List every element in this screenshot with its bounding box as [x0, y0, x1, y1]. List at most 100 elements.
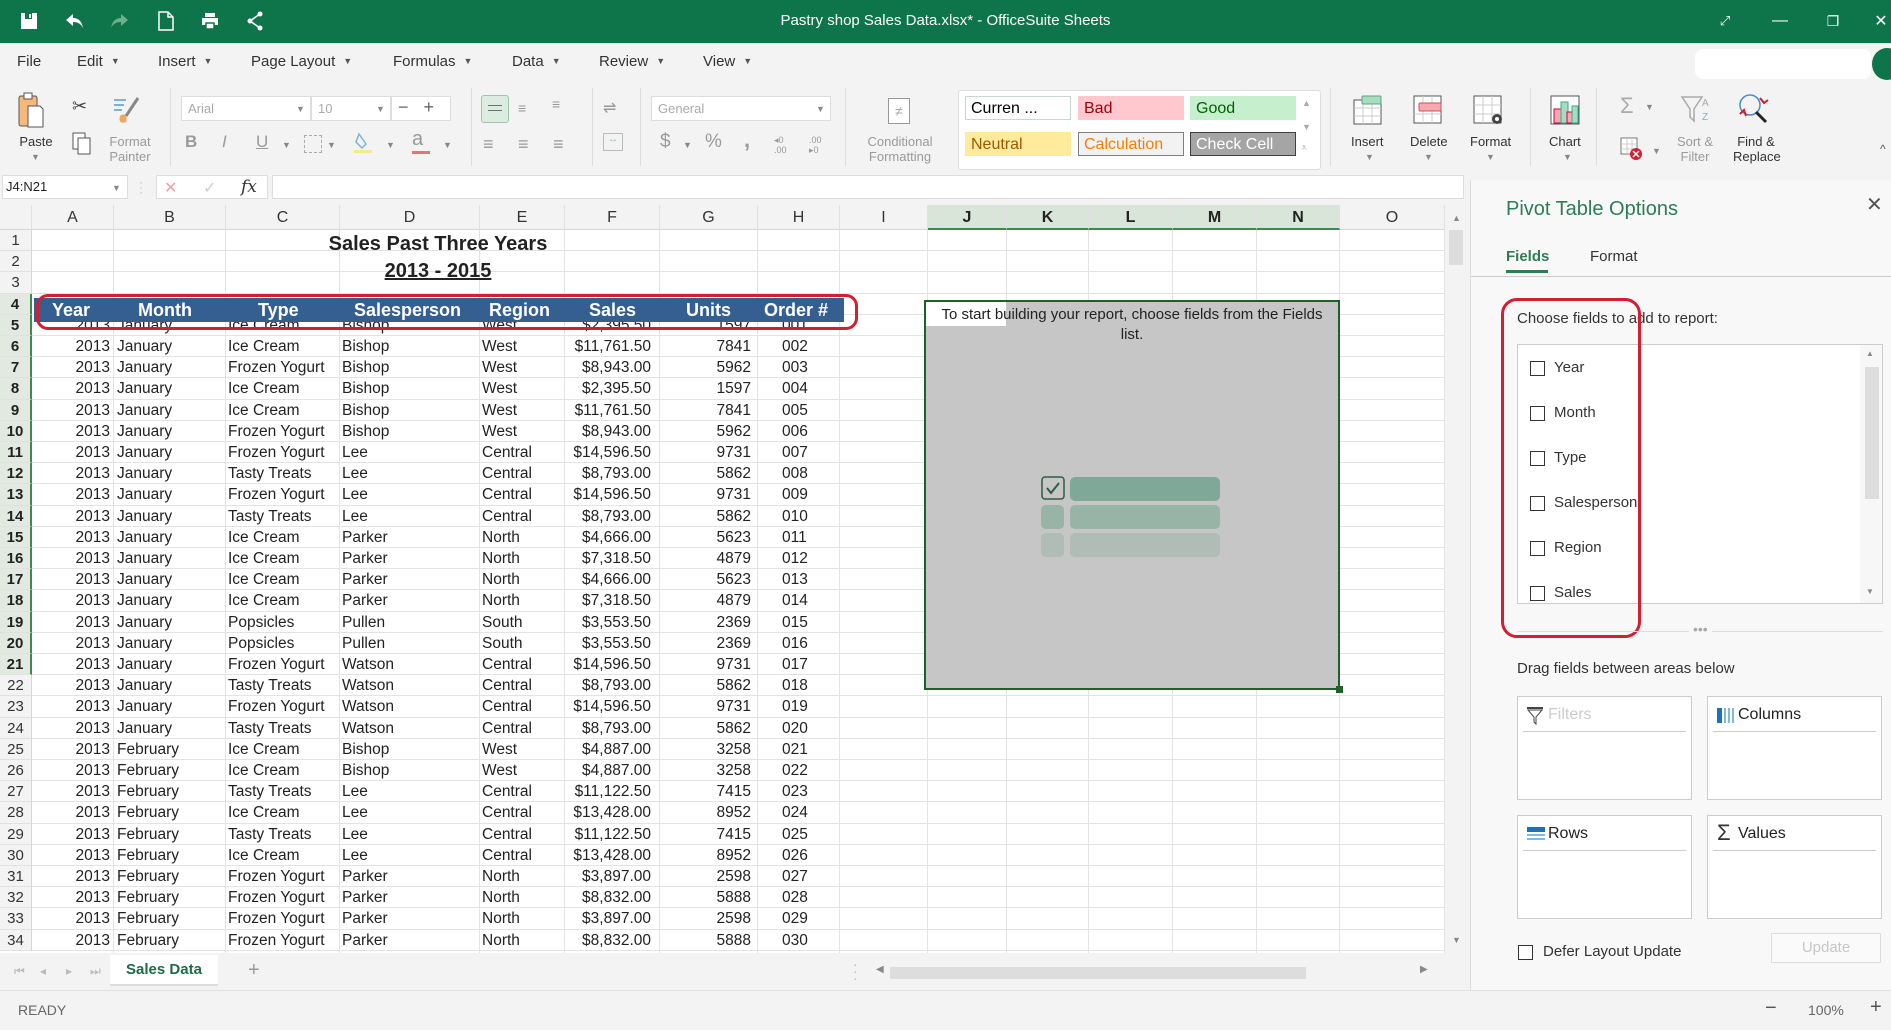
row-header-23[interactable]: 23 — [0, 696, 32, 718]
cell-units[interactable]: 4879 — [660, 549, 751, 570]
cell-sales[interactable]: $4,666.00 — [565, 570, 651, 591]
copy-icon[interactable] — [72, 132, 92, 161]
row-header-20[interactable]: 20 — [0, 632, 32, 654]
row-header-29[interactable]: 29 — [0, 823, 32, 845]
cell-month[interactable]: February — [117, 909, 226, 930]
formula-input[interactable] — [272, 175, 1464, 199]
scroll-up-icon[interactable]: ▲ — [1452, 213, 1461, 223]
cell-sales[interactable]: $14,596.50 — [565, 443, 651, 464]
row-header-14[interactable]: 14 — [0, 505, 32, 527]
cell-salesperson[interactable]: Bishop — [342, 422, 480, 443]
fullscreen-icon[interactable]: ⤢ — [1710, 8, 1740, 34]
cell-order[interactable]: 010 — [782, 507, 838, 528]
cell-year[interactable]: 2013 — [32, 464, 110, 485]
cell-sales[interactable]: $4,887.00 — [565, 740, 651, 761]
cell-month[interactable]: February — [117, 846, 226, 867]
cell-units[interactable]: 5623 — [660, 570, 751, 591]
values-area[interactable]: Σ Values — [1707, 815, 1882, 919]
menu-page-layout[interactable]: Page Layout ▼ — [251, 53, 352, 70]
cell-order[interactable]: 018 — [782, 676, 838, 697]
row-header-21[interactable]: 21 — [0, 654, 32, 676]
row-header-16[interactable]: 16 — [0, 548, 32, 570]
cell-units[interactable]: 2369 — [660, 613, 751, 634]
cell-month[interactable]: January — [117, 697, 226, 718]
cell-salesperson[interactable]: Lee — [342, 443, 480, 464]
cell-order[interactable]: 008 — [782, 464, 838, 485]
cell-region[interactable]: Central — [482, 464, 565, 485]
cell-year[interactable]: 2013 — [32, 379, 110, 400]
column-header-D[interactable]: D — [340, 205, 480, 230]
format-cells-icon[interactable] — [1473, 95, 1503, 130]
row-header-33[interactable]: 33 — [0, 908, 32, 930]
cell-region[interactable]: North — [482, 570, 565, 591]
cell-type[interactable]: Tasty Treats — [228, 782, 340, 803]
cell-month[interactable]: January — [117, 337, 226, 358]
cell-year[interactable]: 2013 — [32, 337, 110, 358]
cell-units[interactable]: 7415 — [660, 782, 751, 803]
row-header-15[interactable]: 15 — [0, 526, 32, 548]
cell-year[interactable]: 2013 — [32, 867, 110, 888]
cell-region[interactable]: North — [482, 888, 565, 909]
splitter-handle-icon[interactable]: ••• — [1689, 621, 1712, 637]
cell-type[interactable]: Ice Cream — [228, 528, 340, 549]
cell-units[interactable]: 2598 — [660, 867, 751, 888]
cell-region[interactable]: North — [482, 549, 565, 570]
scroll-up-icon[interactable]: ▲ — [1866, 349, 1874, 358]
cell-order[interactable]: 020 — [782, 719, 838, 740]
cell-month[interactable]: February — [117, 761, 226, 782]
cell-year[interactable]: 2013 — [32, 422, 110, 443]
style-neutral[interactable]: Neutral — [965, 132, 1071, 156]
cell-region[interactable]: West — [482, 401, 565, 422]
cell-year[interactable]: 2013 — [32, 697, 110, 718]
cell-sales[interactable]: $8,793.00 — [565, 507, 651, 528]
paste-button[interactable]: Paste — [14, 134, 58, 149]
clear-icon[interactable] — [1620, 137, 1644, 166]
increase-decimal-icon[interactable]: ◂0.00 — [774, 135, 787, 155]
confirm-icon[interactable]: ✓ — [203, 178, 216, 198]
cell-year[interactable]: 2013 — [32, 931, 110, 952]
comma-button[interactable]: , — [744, 129, 750, 151]
cell-order[interactable]: 003 — [782, 358, 838, 379]
cell-sales[interactable]: $8,943.00 — [565, 422, 651, 443]
row-header-31[interactable]: 31 — [0, 866, 32, 888]
cell-month[interactable]: January — [117, 485, 226, 506]
insert-cells-icon[interactable] — [1353, 95, 1383, 130]
cell-month[interactable]: February — [117, 782, 226, 803]
zoom-out-button[interactable]: − — [1765, 997, 1777, 1020]
cell-order[interactable]: 017 — [782, 655, 838, 676]
column-header-C[interactable]: C — [226, 205, 340, 230]
increase-font-icon[interactable]: + — [424, 97, 435, 117]
cell-region[interactable]: Central — [482, 655, 565, 676]
column-header-O[interactable]: O — [1340, 205, 1445, 230]
cell-month[interactable]: January — [117, 655, 226, 676]
cell-year[interactable]: 2013 — [32, 888, 110, 909]
cell-salesperson[interactable]: Bishop — [342, 358, 480, 379]
cell-month[interactable]: January — [117, 634, 226, 655]
filters-area[interactable]: Filters — [1517, 696, 1692, 800]
cell-month[interactable]: January — [117, 464, 226, 485]
cell-sales[interactable]: $13,428.00 — [565, 803, 651, 824]
cell-sales[interactable]: $8,832.00 — [565, 888, 651, 909]
cell-region[interactable]: Central — [482, 697, 565, 718]
cell-salesperson[interactable]: Lee — [342, 507, 480, 528]
update-button[interactable]: Update — [1771, 933, 1881, 963]
cell-month[interactable]: February — [117, 740, 226, 761]
cell-order[interactable]: 019 — [782, 697, 838, 718]
cell-year[interactable]: 2013 — [32, 485, 110, 506]
style-check-cell[interactable]: Check Cell — [1190, 132, 1296, 156]
collapse-ribbon-icon[interactable]: ^ — [1880, 142, 1886, 156]
cell-order[interactable]: 007 — [782, 443, 838, 464]
tab-fields[interactable]: Fields — [1506, 248, 1549, 265]
find-replace-button[interactable]: Find & Replace — [1733, 134, 1781, 164]
cell-month[interactable]: January — [117, 676, 226, 697]
italic-button[interactable]: I — [222, 133, 227, 150]
split-handle-icon[interactable]: · · · — [853, 957, 858, 985]
cell-region[interactable]: Central — [482, 846, 565, 867]
cell-salesperson[interactable]: Parker — [342, 549, 480, 570]
scroll-thumb[interactable] — [1449, 230, 1463, 265]
cell-year[interactable]: 2013 — [32, 761, 110, 782]
cell-region[interactable]: West — [482, 740, 565, 761]
cell-type[interactable]: Tasty Treats — [228, 719, 340, 740]
cell-type[interactable]: Ice Cream — [228, 337, 340, 358]
first-sheet-icon[interactable]: ⏮ — [14, 964, 25, 979]
